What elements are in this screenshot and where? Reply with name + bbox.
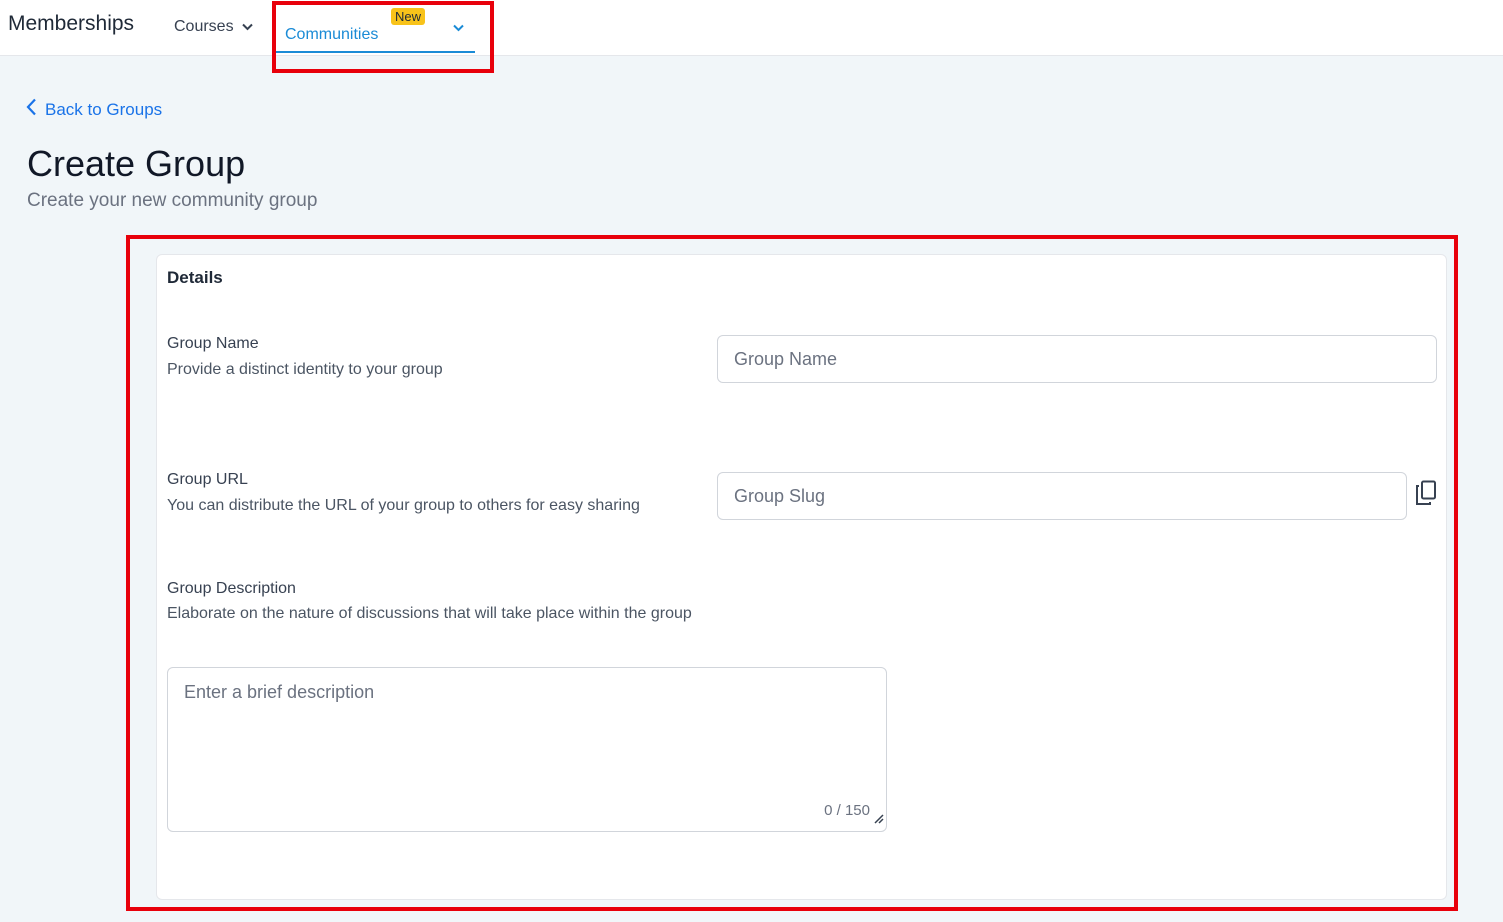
char-counter: 0 / 150 (824, 802, 870, 819)
group-description-label: Group Description (167, 580, 296, 597)
nav-courses-label: Courses (174, 18, 234, 35)
resize-grip-icon[interactable] (872, 811, 884, 829)
nav-communities-label: Communities (285, 25, 379, 43)
group-description-help: Elaborate on the nature of discussions t… (167, 605, 692, 622)
nav-communities[interactable]: Communities New (275, 0, 475, 53)
page-title: Create Group (27, 143, 246, 184)
group-name-input[interactable] (717, 335, 1437, 383)
brand-title: Memberships (8, 12, 135, 35)
chevron-down-icon (453, 19, 464, 37)
back-to-groups-link[interactable]: Back to Groups (26, 98, 162, 121)
page-subtitle: Create your new community group (27, 190, 318, 211)
new-badge: New (391, 8, 426, 25)
group-url-label: Group URL (167, 471, 248, 488)
details-title: Details (167, 268, 223, 287)
back-link-label: Back to Groups (45, 99, 163, 119)
group-name-help: Provide a distinct identity to your grou… (167, 361, 443, 378)
copy-icon (1415, 480, 1437, 511)
chevron-down-icon (241, 18, 253, 36)
nav-courses[interactable]: Courses (174, 18, 253, 36)
group-description-box: 0 / 150 (167, 667, 887, 832)
details-card: Details Group Name Provide a distinct id… (156, 254, 1447, 900)
group-url-help: You can distribute the URL of your group… (167, 497, 640, 514)
chevron-left-icon (26, 98, 37, 121)
group-slug-input[interactable] (717, 472, 1407, 520)
group-description-textarea[interactable] (168, 668, 886, 831)
copy-url-button[interactable] (1413, 480, 1439, 511)
top-nav-bar: Memberships Courses Communities New (0, 0, 1503, 56)
group-name-label: Group Name (167, 335, 259, 352)
